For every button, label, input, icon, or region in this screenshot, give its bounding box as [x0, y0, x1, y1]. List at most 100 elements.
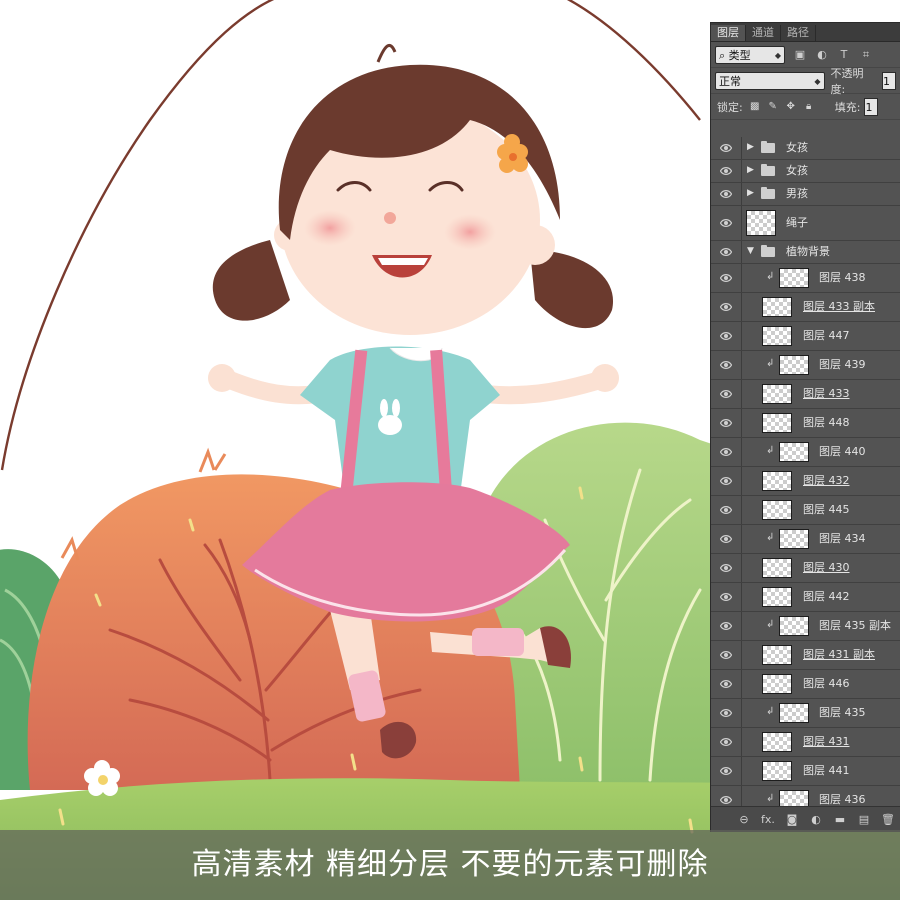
- layer-row[interactable]: 图层 433 副本: [711, 293, 900, 322]
- layer-name: 图层 442: [803, 590, 850, 603]
- layer-row[interactable]: 图层 448: [711, 409, 900, 438]
- layer-row[interactable]: 绳子: [711, 206, 900, 241]
- layer-row[interactable]: ↲ 图层 435 副本: [711, 612, 900, 641]
- fill-field[interactable]: 1: [864, 97, 879, 116]
- layer-name: 图层 431 副本: [803, 648, 875, 661]
- layer-row[interactable]: ↲ 图层 435: [711, 699, 900, 728]
- layer-name: 图层 441: [803, 764, 850, 777]
- fx-icon[interactable]: fx.: [759, 812, 777, 828]
- visibility-eye-icon[interactable]: [720, 708, 732, 718]
- visibility-eye-icon[interactable]: [720, 679, 732, 689]
- visibility-eye-icon[interactable]: [720, 360, 732, 370]
- chevron-down-icon[interactable]: ▼: [747, 246, 754, 256]
- chevron-right-icon[interactable]: ▶: [747, 188, 754, 198]
- layer-thumbnail: [762, 732, 792, 752]
- opacity-field[interactable]: 1: [882, 71, 896, 90]
- blend-mode-select[interactable]: 正常 ◆: [715, 71, 825, 90]
- visibility-eye-icon[interactable]: [720, 189, 732, 199]
- tab-layers[interactable]: 图层: [711, 25, 746, 41]
- panel-tabs: 图层 通道 路径: [711, 23, 900, 42]
- chevron-right-icon[interactable]: ▶: [747, 165, 754, 175]
- divider: [741, 612, 742, 640]
- smart-object-thumbnail: [746, 210, 776, 236]
- divider: [741, 728, 742, 756]
- new-group-icon[interactable]: ▬: [831, 812, 849, 828]
- layer-row[interactable]: 图层 431: [711, 728, 900, 757]
- visibility-eye-icon[interactable]: [720, 795, 732, 805]
- chevron-right-icon[interactable]: ▶: [747, 142, 754, 152]
- visibility-eye-icon[interactable]: [720, 218, 732, 228]
- layer-thumbnail: [779, 703, 809, 723]
- new-layer-icon[interactable]: ▤: [855, 812, 873, 828]
- layer-row[interactable]: 图层 447: [711, 322, 900, 351]
- mask-icon[interactable]: ◙: [783, 812, 801, 828]
- layer-row[interactable]: 图层 446: [711, 670, 900, 699]
- lock-all-icon[interactable]: 🔒︎: [803, 101, 815, 113]
- visibility-eye-icon[interactable]: [720, 563, 732, 573]
- visibility-eye-icon[interactable]: [720, 331, 732, 341]
- adjustment-filter-icon[interactable]: ◐: [815, 48, 829, 62]
- type-filter-icon[interactable]: T: [837, 48, 851, 62]
- visibility-eye-icon[interactable]: [720, 166, 732, 176]
- fill-label: 填充:: [834, 100, 861, 114]
- visibility-eye-icon[interactable]: [720, 621, 732, 631]
- layer-group-row[interactable]: ▶ 女孩: [711, 137, 900, 160]
- layer-thumbnail: [762, 645, 792, 665]
- lock-image-icon[interactable]: ✎: [767, 101, 779, 113]
- layer-name: 图层 432: [803, 474, 850, 487]
- clipping-mask-icon: ↲: [766, 358, 775, 369]
- layer-group-row[interactable]: ▼ 植物背景: [711, 241, 900, 264]
- layer-row[interactable]: ↲ 图层 438: [711, 264, 900, 293]
- shape-filter-icon[interactable]: ⌗: [859, 48, 873, 62]
- trash-icon[interactable]: 🗑︎: [879, 812, 897, 828]
- divider: [741, 699, 742, 727]
- layer-row[interactable]: ↲ 图层 439: [711, 351, 900, 380]
- layer-thumbnail: [762, 471, 792, 491]
- layer-row[interactable]: ↲ 图层 440: [711, 438, 900, 467]
- layer-row[interactable]: 图层 441: [711, 757, 900, 786]
- layer-thumbnail: [762, 413, 792, 433]
- layer-row[interactable]: 图层 433: [711, 380, 900, 409]
- visibility-eye-icon[interactable]: [720, 143, 732, 153]
- layer-row[interactable]: 图层 432: [711, 467, 900, 496]
- layer-thumbnail: [762, 326, 792, 346]
- layer-row[interactable]: 图层 430: [711, 554, 900, 583]
- layer-thumbnail: [779, 529, 809, 549]
- divider: [741, 241, 742, 263]
- layers-list: ▶ 女孩 ▶ 女孩 ▶ 男孩 绳子 ▼ 植物背景 ↲ 图层 438 图层 433 副本 图层 447 ↲ 图…: [711, 137, 900, 815]
- visibility-eye-icon[interactable]: [720, 389, 732, 399]
- visibility-eye-icon[interactable]: [720, 737, 732, 747]
- image-filter-icon[interactable]: ▣: [793, 48, 807, 62]
- lock-position-icon[interactable]: ✥: [785, 101, 797, 113]
- visibility-eye-icon[interactable]: [720, 592, 732, 602]
- visibility-eye-icon[interactable]: [720, 534, 732, 544]
- layer-row[interactable]: ↲ 图层 434: [711, 525, 900, 554]
- layer-group-name: 女孩: [786, 141, 808, 154]
- layer-group-row[interactable]: ▶ 女孩: [711, 160, 900, 183]
- layer-row[interactable]: 图层 431 副本: [711, 641, 900, 670]
- lock-transparent-icon[interactable]: ▩: [749, 101, 761, 113]
- layer-thumbnail: [762, 558, 792, 578]
- link-icon[interactable]: ⊖: [735, 812, 753, 828]
- tab-paths[interactable]: 路径: [781, 25, 816, 41]
- divider: [741, 438, 742, 466]
- layer-row[interactable]: 图层 445: [711, 496, 900, 525]
- layer-row[interactable]: 图层 442: [711, 583, 900, 612]
- clipping-mask-icon: ↲: [766, 271, 775, 282]
- visibility-eye-icon[interactable]: [720, 766, 732, 776]
- tab-channels[interactable]: 通道: [746, 25, 781, 41]
- adjustment-icon[interactable]: ◐: [807, 812, 825, 828]
- visibility-eye-icon[interactable]: [720, 247, 732, 257]
- visibility-eye-icon[interactable]: [720, 418, 732, 428]
- filter-kind-select[interactable]: ⌕ 类型 ◆: [715, 45, 785, 64]
- layer-name: 图层 433 副本: [803, 300, 875, 313]
- visibility-eye-icon[interactable]: [720, 476, 732, 486]
- visibility-eye-icon[interactable]: [720, 302, 732, 312]
- layer-group-row[interactable]: ▶ 男孩: [711, 183, 900, 206]
- visibility-eye-icon[interactable]: [720, 650, 732, 660]
- visibility-eye-icon[interactable]: [720, 505, 732, 515]
- layer-thumbnail: [779, 268, 809, 288]
- folder-icon: [761, 141, 775, 153]
- visibility-eye-icon[interactable]: [720, 273, 732, 283]
- visibility-eye-icon[interactable]: [720, 447, 732, 457]
